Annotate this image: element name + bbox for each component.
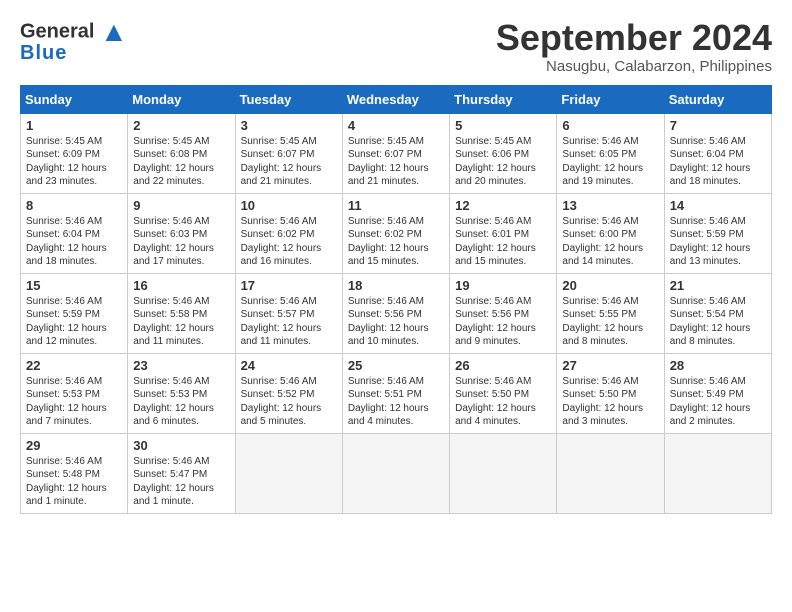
table-row: 13Sunrise: 5:46 AMSunset: 6:00 PMDayligh… bbox=[557, 193, 664, 273]
table-row bbox=[342, 433, 449, 513]
col-monday: Monday bbox=[128, 85, 235, 113]
page-container: General ▲ Blue September 2024 Nasugbu, C… bbox=[0, 0, 792, 524]
table-row: 29Sunrise: 5:46 AMSunset: 5:48 PMDayligh… bbox=[21, 433, 128, 513]
table-row: 20Sunrise: 5:46 AMSunset: 5:55 PMDayligh… bbox=[557, 273, 664, 353]
table-row: 14Sunrise: 5:46 AMSunset: 5:59 PMDayligh… bbox=[664, 193, 771, 273]
col-tuesday: Tuesday bbox=[235, 85, 342, 113]
table-row: 21Sunrise: 5:46 AMSunset: 5:54 PMDayligh… bbox=[664, 273, 771, 353]
table-row: 3Sunrise: 5:45 AMSunset: 6:07 PMDaylight… bbox=[235, 113, 342, 193]
table-row: 23Sunrise: 5:46 AMSunset: 5:53 PMDayligh… bbox=[128, 353, 235, 433]
col-saturday: Saturday bbox=[664, 85, 771, 113]
table-row: 9Sunrise: 5:46 AMSunset: 6:03 PMDaylight… bbox=[128, 193, 235, 273]
table-row: 26Sunrise: 5:46 AMSunset: 5:50 PMDayligh… bbox=[450, 353, 557, 433]
table-row: 12Sunrise: 5:46 AMSunset: 6:01 PMDayligh… bbox=[450, 193, 557, 273]
table-row: 11Sunrise: 5:46 AMSunset: 6:02 PMDayligh… bbox=[342, 193, 449, 273]
table-row bbox=[235, 433, 342, 513]
header: General ▲ Blue September 2024 Nasugbu, C… bbox=[20, 18, 772, 75]
table-row: 6Sunrise: 5:46 AMSunset: 6:05 PMDaylight… bbox=[557, 113, 664, 193]
table-row: 22Sunrise: 5:46 AMSunset: 5:53 PMDayligh… bbox=[21, 353, 128, 433]
logo-blue: Blue bbox=[20, 42, 67, 65]
table-row: 7Sunrise: 5:46 AMSunset: 6:04 PMDaylight… bbox=[664, 113, 771, 193]
calendar-table: Sunday Monday Tuesday Wednesday Thursday… bbox=[20, 85, 772, 514]
table-row: 18Sunrise: 5:46 AMSunset: 5:56 PMDayligh… bbox=[342, 273, 449, 353]
table-row bbox=[557, 433, 664, 513]
col-friday: Friday bbox=[557, 85, 664, 113]
table-row: 15Sunrise: 5:46 AMSunset: 5:59 PMDayligh… bbox=[21, 273, 128, 353]
table-row: 10Sunrise: 5:46 AMSunset: 6:02 PMDayligh… bbox=[235, 193, 342, 273]
table-row: 17Sunrise: 5:46 AMSunset: 5:57 PMDayligh… bbox=[235, 273, 342, 353]
table-row: 4Sunrise: 5:45 AMSunset: 6:07 PMDaylight… bbox=[342, 113, 449, 193]
table-row bbox=[664, 433, 771, 513]
table-row: 19Sunrise: 5:46 AMSunset: 5:56 PMDayligh… bbox=[450, 273, 557, 353]
col-sunday: Sunday bbox=[21, 85, 128, 113]
table-row: 8Sunrise: 5:46 AMSunset: 6:04 PMDaylight… bbox=[21, 193, 128, 273]
table-row: 16Sunrise: 5:46 AMSunset: 5:58 PMDayligh… bbox=[128, 273, 235, 353]
location: Nasugbu, Calabarzon, Philippines bbox=[496, 58, 772, 75]
table-row: 24Sunrise: 5:46 AMSunset: 5:52 PMDayligh… bbox=[235, 353, 342, 433]
table-row: 2Sunrise: 5:45 AMSunset: 6:08 PMDaylight… bbox=[128, 113, 235, 193]
table-row bbox=[450, 433, 557, 513]
title-block: September 2024 Nasugbu, Calabarzon, Phil… bbox=[496, 18, 772, 75]
col-wednesday: Wednesday bbox=[342, 85, 449, 113]
logo: General ▲ Blue bbox=[20, 18, 128, 65]
table-row: 27Sunrise: 5:46 AMSunset: 5:50 PMDayligh… bbox=[557, 353, 664, 433]
table-row: 25Sunrise: 5:46 AMSunset: 5:51 PMDayligh… bbox=[342, 353, 449, 433]
table-row: 1Sunrise: 5:45 AMSunset: 6:09 PMDaylight… bbox=[21, 113, 128, 193]
table-row: 30Sunrise: 5:46 AMSunset: 5:47 PMDayligh… bbox=[128, 433, 235, 513]
col-thursday: Thursday bbox=[450, 85, 557, 113]
table-row: 28Sunrise: 5:46 AMSunset: 5:49 PMDayligh… bbox=[664, 353, 771, 433]
month-title: September 2024 bbox=[496, 18, 772, 58]
table-row: 5Sunrise: 5:45 AMSunset: 6:06 PMDaylight… bbox=[450, 113, 557, 193]
